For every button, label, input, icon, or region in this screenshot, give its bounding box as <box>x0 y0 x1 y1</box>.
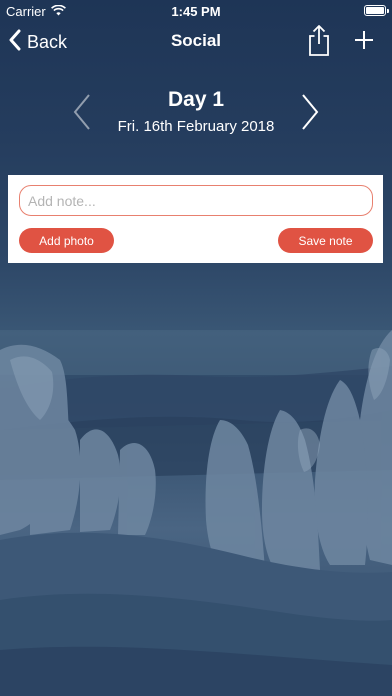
note-card: Add photo Save note <box>8 175 383 263</box>
add-button[interactable] <box>350 26 378 54</box>
share-button[interactable] <box>306 24 332 58</box>
day-title: Day 1 <box>167 88 225 111</box>
chevron-right-icon <box>296 94 324 136</box>
page-title: Social <box>170 31 222 50</box>
next-day-button[interactable] <box>296 92 324 132</box>
status-time: 1:45 PM <box>171 4 221 19</box>
battery-icon <box>364 5 389 16</box>
save-note-button[interactable]: Save note <box>278 228 373 253</box>
plus-icon <box>350 31 378 58</box>
share-icon <box>306 25 332 62</box>
navigation-bar: Back Social <box>0 22 392 62</box>
status-bar: Carrier 1:45 PM <box>0 0 392 22</box>
day-date: Fri. 16th February 2018 <box>117 118 275 135</box>
note-input[interactable] <box>19 185 373 216</box>
add-photo-button[interactable]: Add photo <box>19 228 114 253</box>
